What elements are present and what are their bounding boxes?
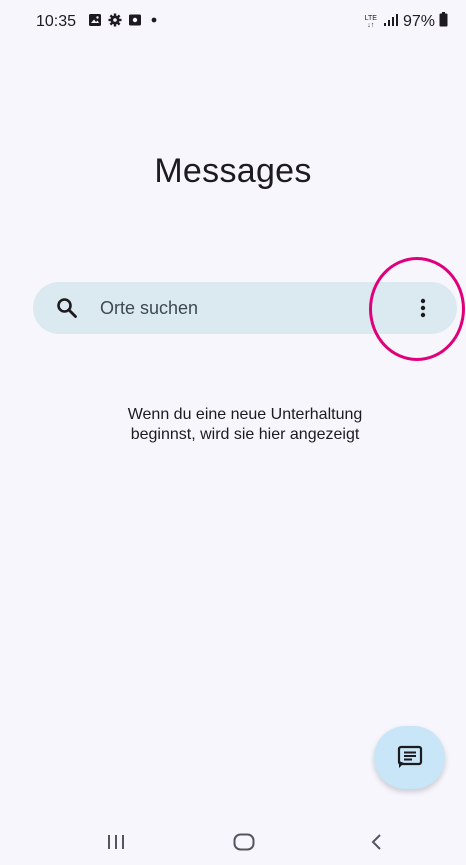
screen-record-icon bbox=[128, 13, 142, 27]
recents-icon[interactable] bbox=[106, 834, 126, 855]
battery-icon bbox=[439, 12, 448, 32]
signal-icon bbox=[383, 13, 399, 32]
home-icon[interactable] bbox=[233, 833, 255, 856]
battery-percent: 97% bbox=[402, 13, 435, 30]
empty-state-message: Wenn du eine neue Unterhaltung beginnst,… bbox=[0, 405, 466, 445]
image-icon bbox=[88, 13, 102, 27]
page-title: Messages bbox=[154, 152, 312, 190]
status-bar: 10:35 LTE ↓↑ 97% bbox=[0, 0, 466, 44]
gear-icon bbox=[108, 13, 122, 27]
back-icon[interactable] bbox=[370, 833, 382, 856]
empty-state-line-1: Wenn du eine neue Unterhaltung bbox=[127, 406, 363, 423]
search-input[interactable]: Orte suchen bbox=[100, 298, 198, 319]
more-options-button[interactable] bbox=[402, 287, 444, 329]
search-icon[interactable] bbox=[55, 296, 79, 320]
status-right: LTE ↓↑ 97% bbox=[365, 12, 448, 32]
chat-icon bbox=[397, 745, 423, 768]
system-nav-bar bbox=[0, 820, 466, 865]
notification-icons bbox=[88, 13, 160, 27]
lte-indicator: LTE ↓↑ bbox=[364, 15, 377, 29]
more-vert-icon bbox=[420, 298, 426, 318]
status-time: 10:35 bbox=[36, 13, 77, 30]
dot-icon bbox=[148, 13, 160, 27]
search-bar[interactable]: Orte suchen bbox=[33, 282, 457, 334]
empty-state-line-2: beginnst, wird sie hier angezeigt bbox=[130, 426, 360, 443]
new-conversation-button[interactable] bbox=[374, 726, 445, 789]
